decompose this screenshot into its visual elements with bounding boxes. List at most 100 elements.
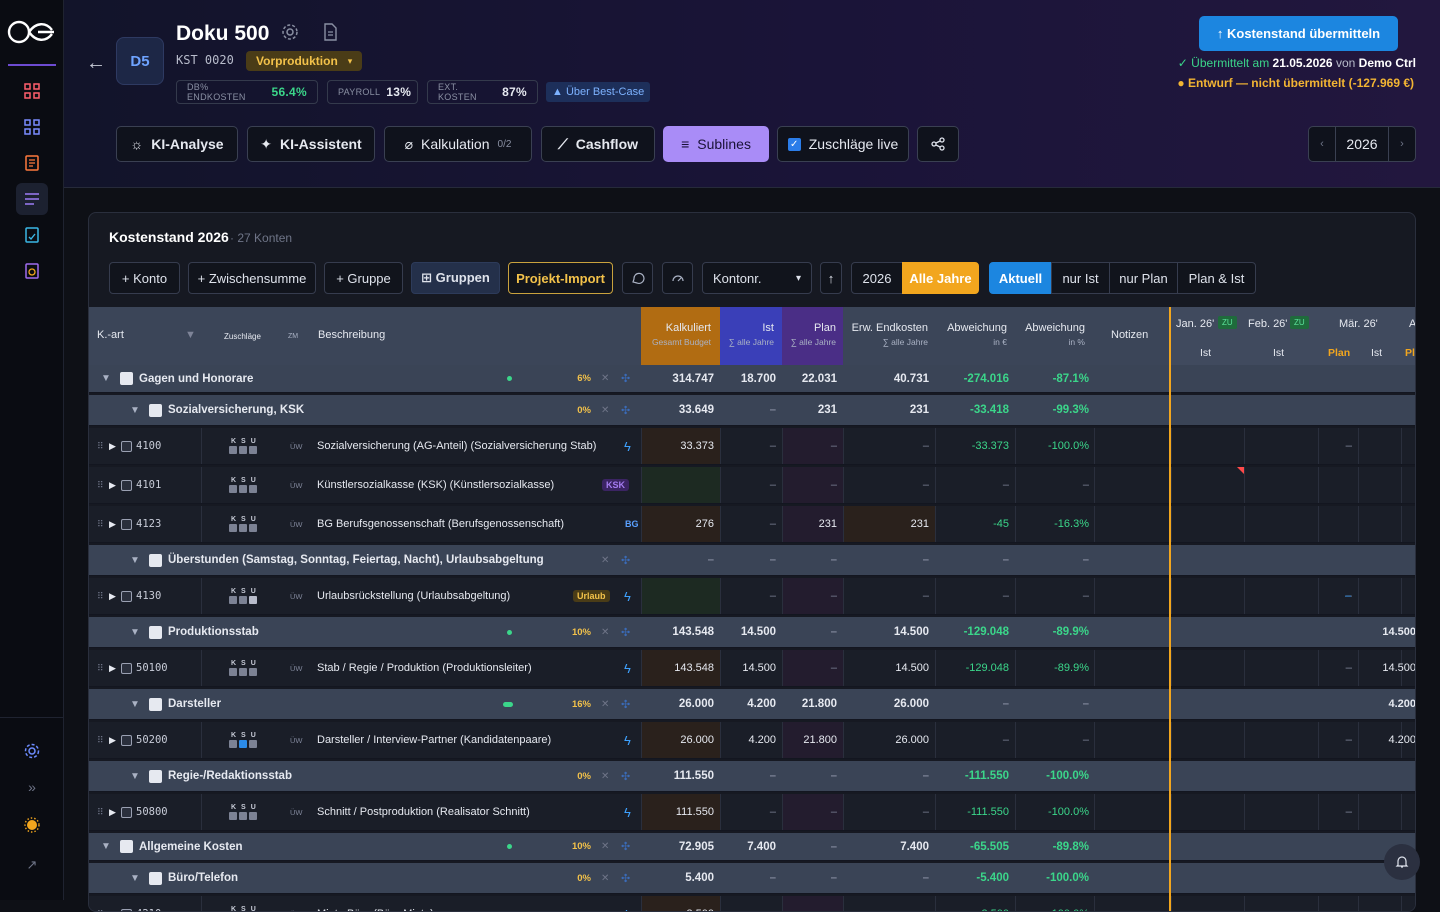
close-icon[interactable]: ✕ — [601, 365, 609, 392]
table-row[interactable]: ⠿ ▶ 50100 KSU ÜW Stab / Regie / Produktion (P… — [89, 650, 1415, 687]
collapse-arrow-icon[interactable]: ▼ — [130, 863, 140, 893]
col-abweichung-eur[interactable]: Abweichung in € — [935, 322, 1007, 347]
cell-maer-plan[interactable]: – — [1318, 722, 1352, 758]
group-label[interactable]: Darsteller — [168, 689, 221, 719]
row-description[interactable]: BG Berufsgenossenschaft (Berufsgenossens… — [317, 506, 564, 542]
subtotal-row[interactable]: ▼ Regie-/Redaktionsstab 0% ✕ ✣ 111.550– – – -111… — [89, 761, 1415, 792]
row-description[interactable]: Künstlersozialkasse (KSK) (Künstlersozia… — [317, 467, 554, 503]
close-icon[interactable]: ✕ — [601, 617, 609, 647]
cell-abweichung-eur[interactable]: -45 — [935, 506, 1009, 542]
cell-abweichung-pct[interactable]: -100.0% — [1015, 428, 1089, 464]
close-icon[interactable]: ✕ — [601, 545, 609, 575]
share-button[interactable] — [917, 126, 959, 162]
next-year-button[interactable]: › — [1389, 138, 1415, 150]
cell-plan[interactable]: – — [782, 833, 837, 860]
cell-maer-ist[interactable]: 4.200 — [1358, 689, 1415, 719]
add-group-button[interactable]: + Gruppe — [324, 262, 403, 294]
drag-handle-icon[interactable]: ⠿ — [97, 578, 104, 614]
submit-cost-status-button[interactable]: ↑ Kostenstand übermitteln — [1199, 16, 1398, 51]
table-row[interactable]: ⠿ ▶ 50200 KSU ÜW Darsteller / Interview-Partn… — [89, 722, 1415, 759]
table-row[interactable]: ⠿ ▶ 4101 KSU ÜW Künstlersozialkasse (KSK) (Kü… — [89, 467, 1415, 504]
expand-arrow-icon[interactable]: ▶ — [109, 650, 116, 686]
group-checkbox[interactable] — [149, 545, 162, 575]
row-checkbox[interactable] — [121, 428, 132, 464]
cell-kalkuliert[interactable] — [641, 578, 714, 614]
expand-arrow-icon[interactable]: ▶ — [109, 794, 116, 830]
lightning-icon[interactable]: ϟ — [624, 428, 631, 464]
cell-abweichung-pct[interactable]: -87.1% — [1015, 365, 1089, 392]
cell-plan[interactable]: 21.800 — [782, 722, 837, 758]
cell-maer-plan[interactable]: – — [1318, 794, 1352, 830]
group-row[interactable]: ▼ Gagen und Honorare 6% ✕ ✣ 314.747 18.700 22.0… — [89, 365, 1415, 393]
surcharge-ksu-toggles[interactable]: KSU — [226, 650, 261, 686]
close-icon[interactable]: ✕ — [601, 863, 609, 893]
jan-zu-badge[interactable]: ZU — [1218, 316, 1237, 329]
cell-maer-plan[interactable]: – — [1318, 650, 1352, 686]
expand-arrow-icon[interactable]: ▶ — [109, 896, 116, 912]
notification-bell-icon[interactable] — [1384, 844, 1420, 880]
view-nur-plan[interactable]: nur Plan — [1109, 262, 1178, 294]
surcharge-ksu-toggles[interactable]: KSU — [226, 794, 261, 830]
lightning-icon[interactable]: ϟ — [624, 896, 631, 912]
surcharge-ksu-toggles[interactable]: KSU — [226, 467, 261, 503]
group-label[interactable]: Büro/Telefon — [168, 863, 238, 893]
cell-abweichung-eur[interactable]: – — [935, 467, 1009, 503]
cell-erw-endkosten[interactable]: 26.000 — [843, 722, 929, 758]
cell-plan[interactable]: 231 — [782, 395, 837, 425]
pin-icon[interactable]: ✣ — [621, 833, 630, 860]
group-label[interactable]: Überstunden (Samstag, Sonntag, Feiertag,… — [168, 545, 544, 575]
surcharge-ksu-toggles[interactable]: KSU — [226, 722, 261, 758]
app-logo[interactable] — [6, 18, 58, 46]
row-description[interactable]: Sozialversicherung (AG-Anteil) (Sozialve… — [317, 428, 596, 464]
cell-ist[interactable]: – — [720, 761, 776, 791]
cell-kalkuliert[interactable]: 3.500 — [641, 896, 714, 911]
cell-abweichung-pct[interactable]: -99.3% — [1015, 395, 1089, 425]
cell-erw-endkosten[interactable]: 40.731 — [843, 365, 929, 392]
row-checkbox[interactable] — [121, 467, 132, 503]
collapse-arrow-icon[interactable]: ▼ — [101, 365, 111, 392]
table-row[interactable]: ⠿ ▶ 4210 KSU ÜW Miete Büro (Büro Miete) ϟ 3.500… — [89, 896, 1415, 912]
cell-abweichung-eur[interactable]: -129.048 — [935, 650, 1009, 686]
cell-kalkuliert[interactable]: – — [641, 545, 714, 575]
cell-maer-ist[interactable]: 14.500 — [1358, 650, 1415, 686]
lightning-icon[interactable]: ϟ — [624, 722, 631, 758]
cell-ist[interactable]: – — [720, 863, 776, 893]
cost-list-icon[interactable] — [16, 183, 48, 215]
gauge-button[interactable] — [662, 262, 693, 294]
cell-erw-endkosten[interactable]: – — [843, 545, 929, 575]
drag-handle-icon[interactable]: ⠿ — [97, 650, 104, 686]
table-row[interactable]: ⠿ ▶ 4100 KSU ÜW Sozialversicherung (AG-Anteil… — [89, 428, 1415, 465]
cell-plan[interactable]: – — [782, 545, 837, 575]
sort-select[interactable]: Kontonr. ▾ — [702, 262, 812, 294]
subtotal-row[interactable]: ▼ Überstunden (Samstag, Sonntag, Feiertag… — [89, 545, 1415, 576]
expand-arrow-icon[interactable]: ▶ — [109, 578, 116, 614]
cell-abweichung-eur[interactable]: -33.418 — [935, 395, 1009, 425]
year-filter-2026[interactable]: 2026 — [851, 262, 903, 294]
cell-abweichung-eur[interactable]: – — [935, 689, 1009, 719]
cell-abweichung-pct[interactable]: – — [1015, 467, 1089, 503]
cell-abweichung-pct[interactable]: – — [1015, 545, 1089, 575]
group-checkbox[interactable] — [149, 863, 162, 893]
cell-ist[interactable]: – — [720, 467, 776, 503]
cell-plan[interactable]: – — [782, 794, 837, 830]
pin-icon[interactable]: ✣ — [621, 365, 630, 392]
cell-ist[interactable]: 18.700 — [720, 365, 776, 392]
row-checkbox[interactable] — [121, 794, 132, 830]
subtotal-row[interactable]: ▼ Büro/Telefon 0% ✕ ✣ 5.400– – – -5.400 -100.0% — [89, 863, 1415, 894]
group-label[interactable]: Sozialversicherung, KSK — [168, 395, 304, 425]
cell-erw-endkosten[interactable]: 231 — [843, 506, 929, 542]
ki-analyse-button[interactable]: ☼ KI-Analyse — [116, 126, 238, 162]
prev-year-button[interactable]: ‹ — [1309, 138, 1335, 150]
collapse-arrow-icon[interactable]: ▼ — [130, 545, 140, 575]
zuschlaege-live-toggle[interactable]: ✓ Zuschläge live — [777, 126, 909, 162]
add-subtotal-button[interactable]: + Zwischensumme — [188, 262, 316, 294]
cell-plan[interactable]: – — [782, 761, 837, 791]
col-kart[interactable]: K.-art — [97, 329, 124, 341]
drag-handle-icon[interactable]: ⠿ — [97, 722, 104, 758]
project-import-button[interactable]: Projekt-Import — [508, 262, 613, 294]
surcharge-ksu-toggles[interactable]: KSU — [226, 506, 261, 542]
group-label[interactable]: Regie-/Redaktionsstab — [168, 761, 292, 791]
close-icon[interactable]: ✕ — [601, 689, 609, 719]
cell-erw-endkosten[interactable]: – — [843, 428, 929, 464]
cell-abweichung-pct[interactable]: -16.3% — [1015, 506, 1089, 542]
